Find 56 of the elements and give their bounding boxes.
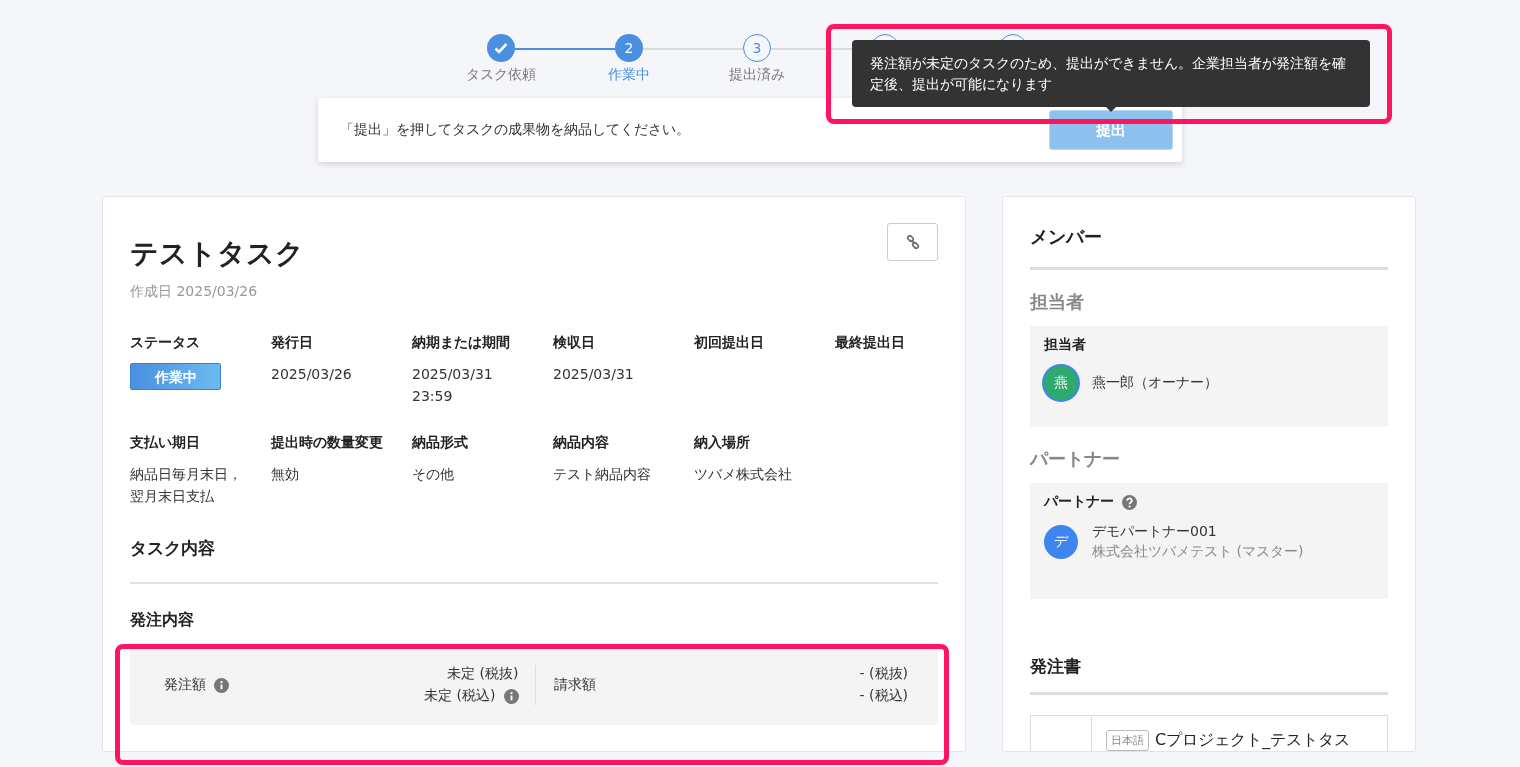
help-icon — [1122, 494, 1137, 510]
section-heading: タスク内容 — [130, 537, 938, 584]
field-label: 検収日 — [553, 333, 596, 352]
section-heading: 担当者 — [1030, 290, 1085, 314]
field-value: 2025/03/31 — [553, 365, 635, 384]
file-name[interactable]: Cプロジェクト_テストタス — [1155, 730, 1351, 751]
field-label: 支払い期日 — [130, 433, 201, 452]
step-indicator: 2 — [615, 34, 643, 62]
amount-label: 発注額 — [164, 676, 206, 694]
member-name: デモパートナー001 — [1092, 523, 1218, 541]
field-label: 納期または期間 — [412, 333, 511, 352]
info-icon — [503, 688, 519, 704]
link-button[interactable] — [887, 223, 938, 261]
amount-value: 未定 (税込) — [424, 687, 496, 705]
field-value: 無効 — [271, 465, 300, 484]
avatar: 燕 — [1044, 366, 1078, 400]
section-heading: 発注内容 — [130, 610, 195, 631]
panel-title: 担当者 — [1044, 336, 1086, 354]
billing-label: 請求額 — [553, 676, 596, 694]
field-label: 初回提出日 — [694, 333, 765, 352]
section-heading: 発注書 — [1030, 655, 1388, 695]
field-label: 納品形式 — [412, 433, 469, 452]
field-label: ステータス — [130, 333, 201, 352]
language-tag: 日本語 — [1106, 730, 1149, 751]
panel-title: パートナー — [1044, 493, 1114, 511]
created-date: 作成日 2025/03/26 — [130, 283, 259, 301]
check-icon — [494, 42, 508, 54]
info-icon — [214, 677, 229, 693]
step-label: 提出済み — [729, 66, 785, 84]
field-label: 発行日 — [271, 333, 314, 352]
field-value: 納品日毎月末日，翌月末日支払 — [130, 465, 243, 506]
member-name: 燕一郎（オーナー） — [1092, 374, 1218, 392]
billing-value: - (税抜) — [859, 665, 908, 683]
field-value: 2025/03/31 23:59 — [412, 365, 494, 406]
field-label: 納品内容 — [553, 433, 610, 452]
field-value: 2025/03/26 — [271, 365, 353, 384]
avatar: デ — [1044, 525, 1078, 559]
instruction-text: 「提出」を押してタスクの成果物を納品してください。 — [340, 121, 690, 139]
section-heading: メンバー — [1030, 225, 1388, 270]
field-value: その他 — [412, 465, 455, 484]
field-label: 提出時の数量変更 — [271, 433, 384, 452]
section-heading: パートナー — [1030, 447, 1121, 471]
step-label: タスク依頼 — [466, 66, 536, 84]
step-indicator: 3 — [743, 34, 771, 62]
member-company: 株式会社ツバメテスト (マスター) — [1092, 543, 1304, 561]
status-badge: 作業中 — [130, 363, 221, 390]
field-label: 最終提出日 — [835, 333, 906, 352]
billing-value: - (税込) — [859, 687, 908, 705]
field-value: ツバメ株式会社 — [694, 465, 793, 484]
task-title: テストタスク — [130, 236, 304, 272]
field-label: 納入場所 — [694, 433, 751, 452]
link-icon — [905, 235, 920, 249]
field-value: テスト納品内容 — [553, 465, 652, 484]
amount-value: 未定 (税抜) — [447, 665, 519, 683]
step-label: 作業中 — [608, 66, 650, 84]
tooltip-arrow — [1105, 106, 1117, 112]
